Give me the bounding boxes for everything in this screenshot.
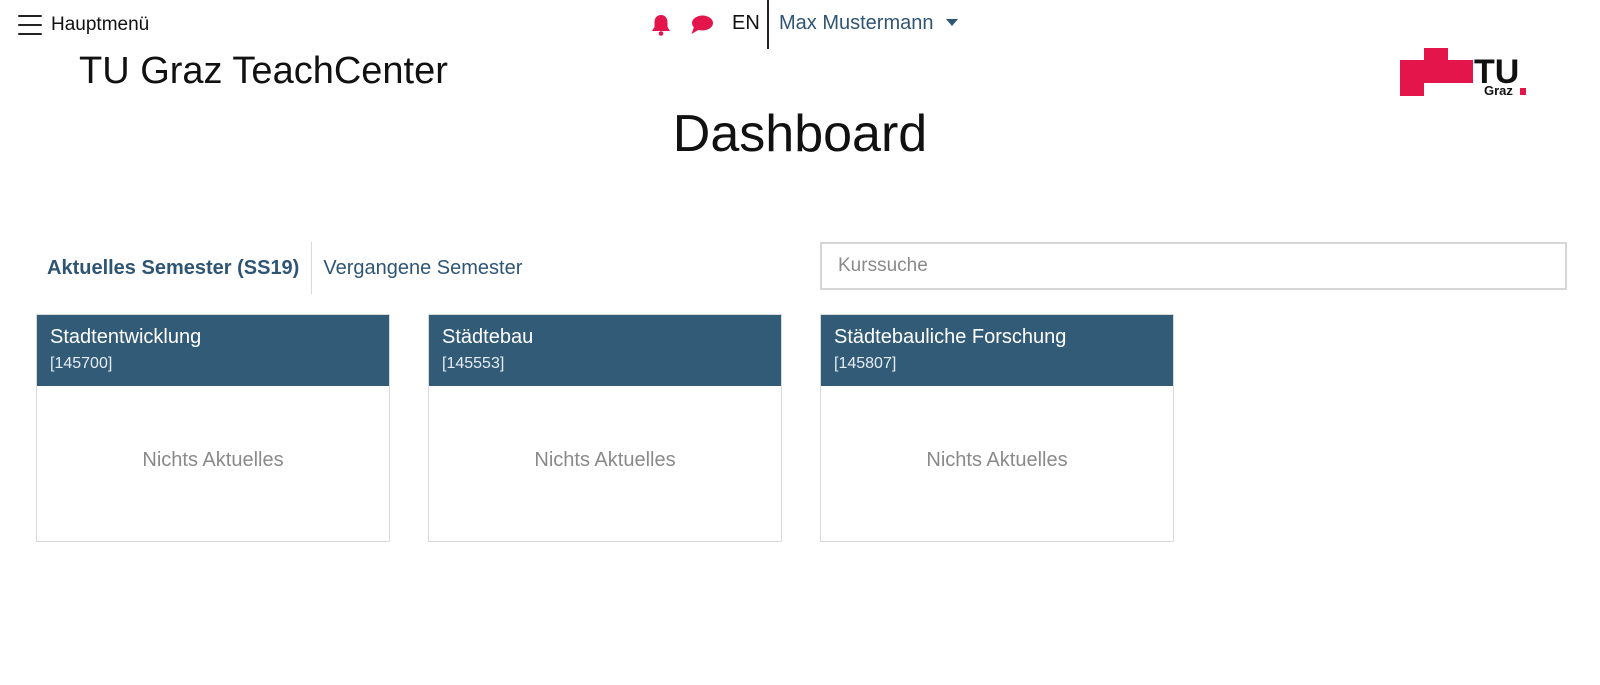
course-card-header[interactable]: Städtebau [145553] [429,315,781,386]
course-card-stadtentwicklung[interactable]: Stadtentwicklung [145700] Nichts Aktuell… [36,314,390,542]
navbar-divider [767,0,769,49]
course-code: [145807] [834,355,897,372]
tu-graz-logo[interactable]: TU Graz [1400,48,1526,96]
course-status: Nichts Aktuelles [926,449,1068,471]
bell-icon[interactable] [650,13,672,37]
course-card-staedtebau[interactable]: Städtebau [145553] Nichts Aktuelles [428,314,782,542]
course-search-input[interactable] [820,242,1567,290]
course-card-body: Nichts Aktuelles [821,386,1173,541]
logo-text-sub: Graz [1484,83,1513,96]
main-menu-button[interactable]: Hauptmenü [18,10,149,40]
language-switch[interactable]: EN [732,12,760,35]
chat-bubble-icon[interactable] [690,14,714,36]
hamburger-icon [18,15,42,35]
course-status: Nichts Aktuelles [142,449,284,471]
course-card-header[interactable]: Städtebauliche Forschung [145807] [821,315,1173,386]
tab-current-semester[interactable]: Aktuelles Semester (SS19) [36,242,313,294]
course-title[interactable]: Städtebau [442,324,768,350]
semester-tabs: Aktuelles Semester (SS19) Vergangene Sem… [36,242,533,294]
page-title: Dashboard [672,105,928,163]
course-card-body: Nichts Aktuelles [429,386,781,541]
course-code: [145553] [442,355,505,372]
caret-down-icon [945,19,958,26]
tab-past-semesters[interactable]: Vergangene Semester [312,242,533,294]
top-navbar: Hauptmenü EN Max Mustermann [0,0,1600,50]
course-card-body: Nichts Aktuelles [37,386,389,541]
site-title[interactable]: TU Graz TeachCenter [79,50,448,93]
user-menu-dropdown[interactable]: Max Mustermann [779,12,958,35]
user-name: Max Mustermann [779,12,934,34]
course-status: Nichts Aktuelles [534,449,676,471]
main-menu-label: Hauptmenü [51,14,150,35]
course-title[interactable]: Städtebauliche Forschung [834,324,1160,350]
course-card-staedtebauliche-forschung[interactable]: Städtebauliche Forschung [145807] Nichts… [820,314,1174,542]
course-card-header[interactable]: Stadtentwicklung [145700] [37,315,389,386]
course-title[interactable]: Stadtentwicklung [50,324,376,350]
course-code: [145700] [50,355,113,372]
